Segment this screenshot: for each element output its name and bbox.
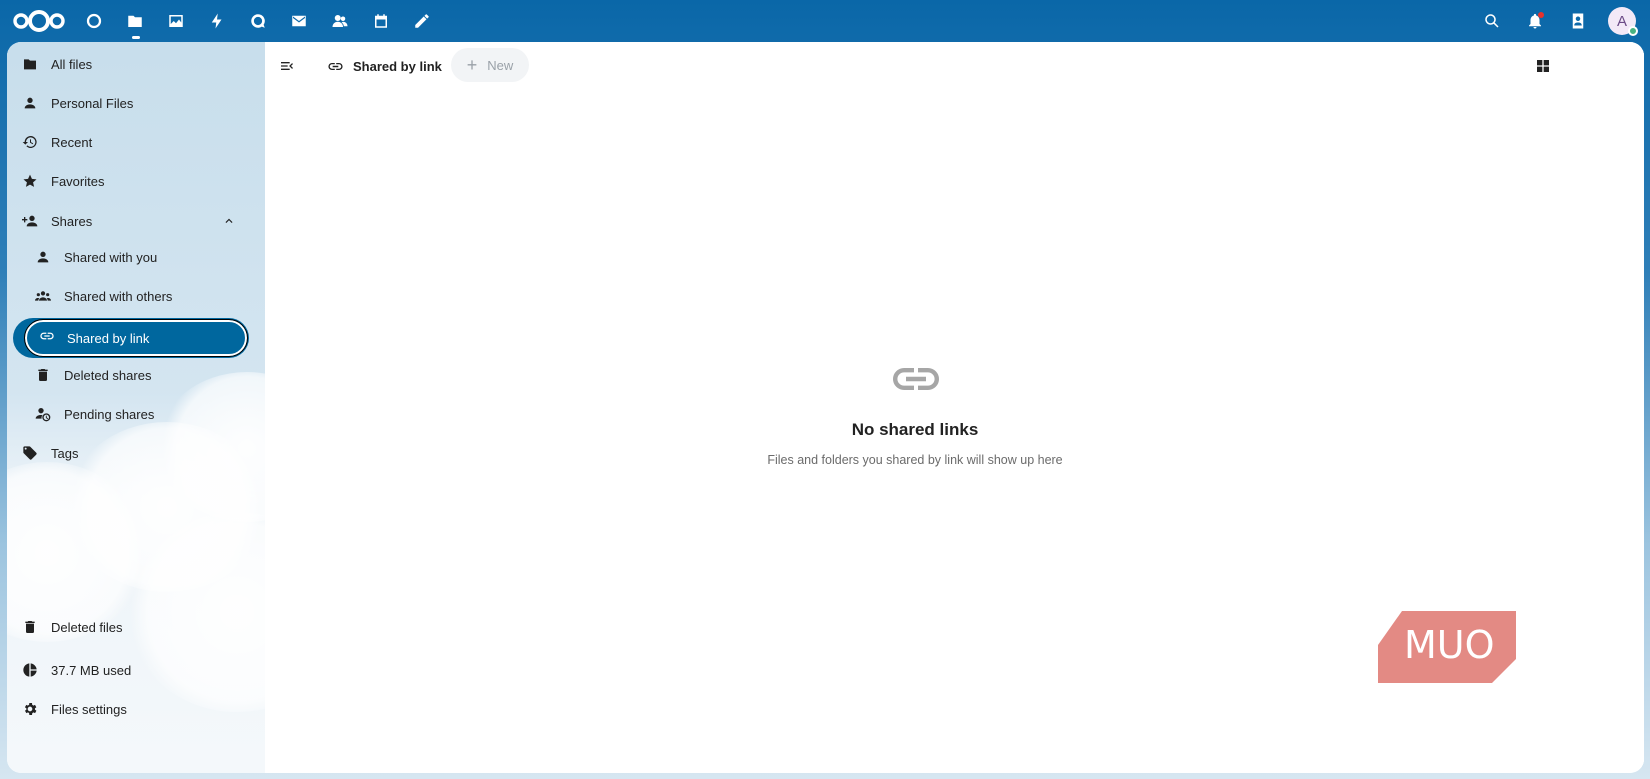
contacts-menu-icon[interactable] (1566, 9, 1590, 33)
share-add-person-icon (21, 212, 39, 230)
nav-tags[interactable]: Tags (21, 436, 257, 470)
nav-label: Favorites (51, 173, 105, 189)
nav-favorites[interactable]: Favorites (21, 164, 257, 198)
link-icon (893, 368, 939, 390)
nav-label: Shared by link (67, 330, 150, 346)
nav-label: Pending shares (64, 406, 155, 422)
person-clock-icon (34, 405, 52, 423)
folder-icon (21, 55, 39, 73)
grid-view-icon[interactable] (1531, 54, 1555, 78)
avatar-initial: A (1616, 12, 1627, 30)
empty-state-title: No shared links (851, 420, 979, 439)
talk-icon[interactable] (246, 9, 270, 33)
files-icon[interactable] (123, 9, 147, 39)
nav-deleted-shares[interactable]: Deleted shares (34, 358, 257, 392)
notes-icon[interactable] (410, 9, 434, 33)
search-icon[interactable] (1480, 9, 1504, 33)
nav-label: Recent (51, 134, 93, 150)
person-icon (34, 248, 52, 266)
nav-deleted-files[interactable]: Deleted files (21, 610, 257, 644)
breadcrumb[interactable]: Shared by link (327, 52, 442, 80)
toggle-navigation-icon[interactable] (275, 54, 299, 78)
nav-label: Deleted shares (64, 367, 152, 383)
chevron-up-icon[interactable] (220, 212, 238, 230)
muo-watermark-logo: MUO (1378, 611, 1516, 683)
photos-icon[interactable] (164, 9, 188, 33)
nav-files-settings[interactable]: Files settings (21, 692, 257, 726)
mail-icon[interactable] (287, 9, 311, 33)
notifications-bell-icon[interactable] (1523, 9, 1547, 33)
notification-badge (1538, 12, 1544, 18)
gear-icon (21, 700, 39, 718)
nav-label: Personal Files (51, 95, 134, 111)
navigation-sidebar: All files Personal Files Recent Favorite… (7, 42, 347, 773)
history-icon (21, 133, 39, 151)
nav-label: Deleted files (51, 619, 123, 635)
watermark-text: MUO (1404, 623, 1495, 667)
nextcloud-logo-icon[interactable] (12, 8, 66, 34)
trash-icon (21, 618, 39, 636)
top-bar: A (0, 0, 1650, 42)
person-icon (21, 94, 39, 112)
nav-recent[interactable]: Recent (21, 125, 257, 159)
star-icon (21, 172, 39, 190)
nav-shared-by-link[interactable]: Shared by link (24, 319, 248, 357)
nav-label: Tags (51, 445, 79, 461)
nav-shared-with-others[interactable]: Shared with others (34, 279, 257, 313)
nav-label: Shared with others (64, 288, 173, 304)
breadcrumb-label: Shared by link (353, 58, 442, 74)
link-icon (39, 328, 55, 349)
nav-all-files[interactable]: All files (21, 47, 257, 81)
nav-label: All files (51, 56, 93, 72)
plus-icon: + (466, 55, 478, 75)
new-button-label: New (487, 57, 514, 73)
empty-state-description: Files and folders you shared by link wil… (767, 453, 1063, 467)
nav-label: Shared with you (64, 249, 158, 265)
active-app-indicator (132, 36, 140, 39)
trash-icon (34, 366, 52, 384)
calendar-icon[interactable] (369, 9, 393, 33)
quota-usage[interactable]: 37.7 MB used (21, 653, 257, 687)
quota-label: 37.7 MB used (51, 662, 132, 678)
group-icon (34, 287, 52, 305)
tag-icon (21, 444, 39, 462)
scrollbar-track[interactable] (1636, 42, 1644, 773)
activity-icon[interactable] (205, 9, 229, 33)
link-icon (328, 62, 343, 70)
nav-personal-files[interactable]: Personal Files (21, 86, 257, 120)
online-status-dot (1628, 26, 1638, 36)
pie-chart-icon (21, 661, 39, 679)
dashboard-icon[interactable] (82, 9, 106, 33)
nav-pending-shares[interactable]: Pending shares (34, 397, 257, 431)
nav-shared-with-you[interactable]: Shared with you (34, 240, 257, 274)
nav-label: Files settings (51, 701, 127, 717)
new-button[interactable]: + New (451, 48, 529, 82)
nav-label: Shares (51, 213, 93, 229)
avatar[interactable]: A (1608, 7, 1638, 36)
contacts-icon[interactable] (328, 9, 352, 33)
